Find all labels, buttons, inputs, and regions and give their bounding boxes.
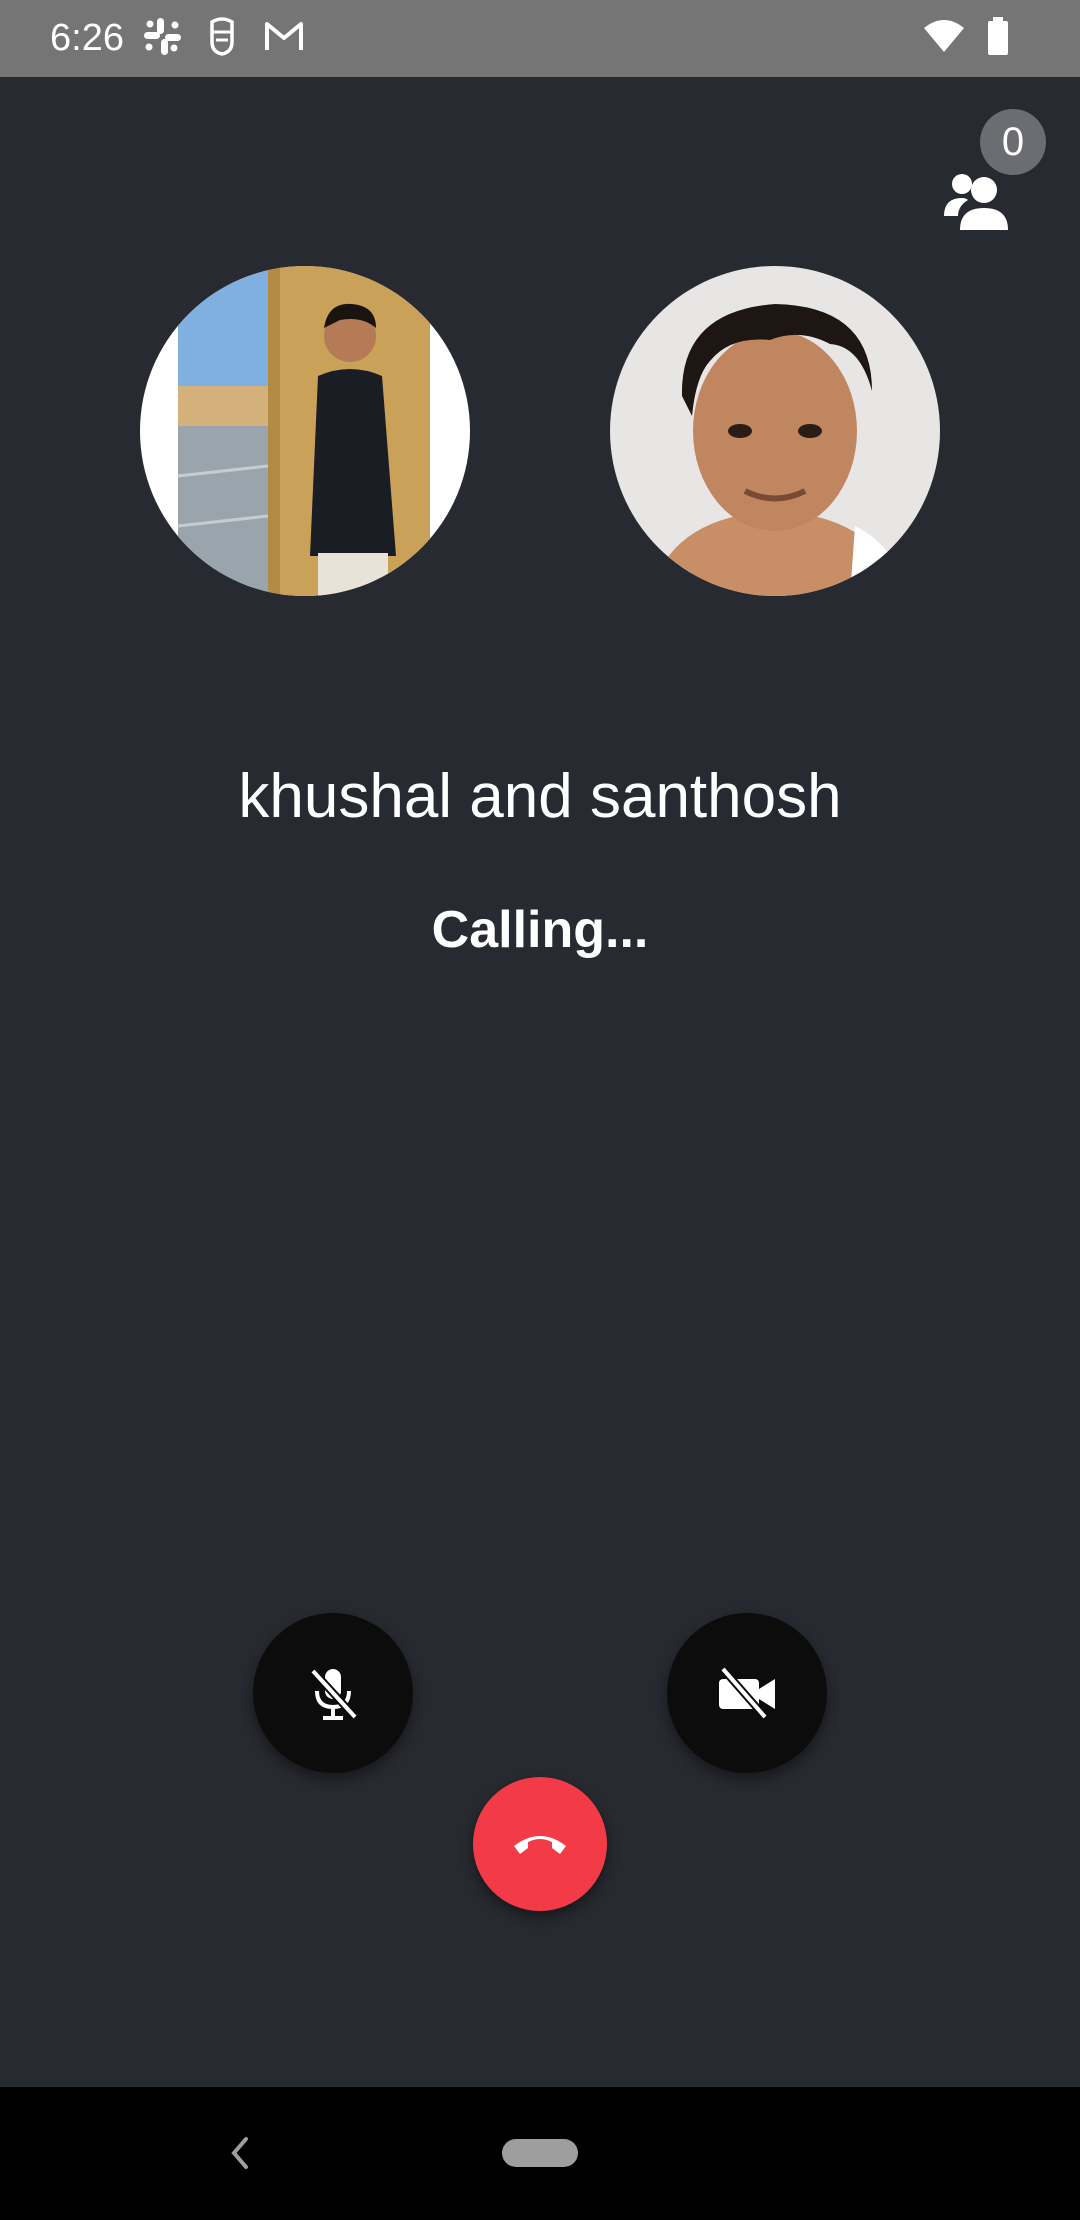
call-status: Calling...	[431, 901, 649, 959]
microphone-off-icon	[310, 1668, 358, 1720]
home-pill-button[interactable]	[502, 2139, 578, 2167]
hang-up-icon	[514, 1836, 566, 1854]
status-time: 6:26	[50, 17, 124, 59]
gmail-icon	[265, 22, 303, 50]
navigation-bar	[0, 2087, 1080, 2220]
wifi-icon	[924, 20, 964, 52]
end-call-button[interactable]	[473, 1777, 607, 1911]
call-screen: 0 khushal and santhosh Calling...	[0, 77, 1080, 2087]
avatar-photo-santhosh	[610, 266, 940, 596]
video-off-icon	[719, 1666, 775, 1720]
slack-icon	[144, 18, 181, 55]
avatar-khushal	[140, 266, 470, 596]
bitmoji-icon	[210, 17, 234, 56]
mute-button[interactable]	[253, 1613, 413, 1773]
avatar-santhosh	[610, 266, 940, 596]
status-bar: 6:26	[0, 0, 1080, 77]
avatar-photo-khushal	[140, 266, 470, 596]
battery-icon	[988, 17, 1008, 55]
back-icon[interactable]	[220, 2127, 260, 2179]
video-toggle-button[interactable]	[667, 1613, 827, 1773]
participants-count-badge: 0	[980, 109, 1046, 175]
callee-names: khushal and santhosh	[238, 762, 842, 831]
